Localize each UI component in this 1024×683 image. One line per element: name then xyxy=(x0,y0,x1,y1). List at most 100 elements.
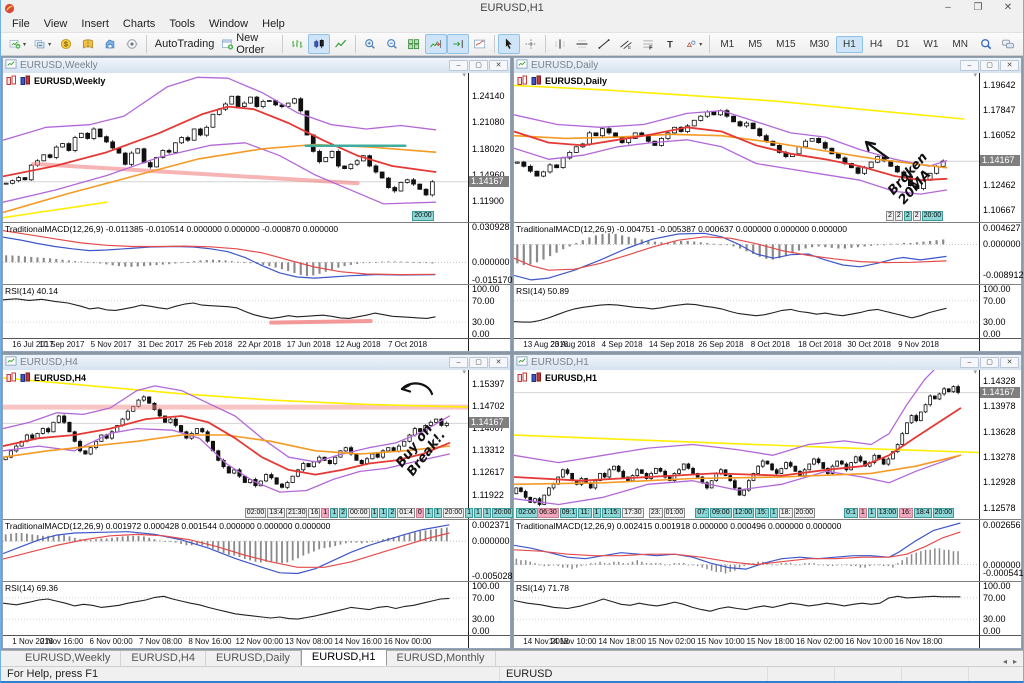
x-axis-label: 15 Nov 02:00 xyxy=(648,637,696,646)
new-order-button[interactable]: New Order xyxy=(217,34,279,54)
macd-tick: -0.005028 xyxy=(472,571,513,581)
tab-scroll-left[interactable]: ◂ xyxy=(1003,657,1007,666)
equidistant-channel-button[interactable]: E xyxy=(615,34,637,54)
new-chart-button[interactable]: ▾ xyxy=(5,34,30,54)
h4-minimize-button[interactable]: – xyxy=(449,357,468,368)
h4-close-button[interactable]: ✕ xyxy=(489,357,508,368)
h1-close-button[interactable]: ✕ xyxy=(1000,357,1019,368)
daily-price-chart[interactable] xyxy=(514,73,979,222)
vertical-line-button[interactable] xyxy=(549,34,571,54)
daily-rsi-chart[interactable] xyxy=(514,285,979,338)
trendline-button[interactable] xyxy=(593,34,615,54)
timeframe-m15[interactable]: M15 xyxy=(769,36,802,53)
auto-scroll-button[interactable] xyxy=(425,34,447,54)
zoom-out-button[interactable] xyxy=(381,34,403,54)
menu-tools[interactable]: Tools xyxy=(162,18,202,30)
timeframe-w1[interactable]: W1 xyxy=(916,36,945,53)
h4-macd-pane[interactable]: TraditionalMACD(12,26,9) 0.001972 0.0004… xyxy=(3,520,468,581)
terminal-button[interactable] xyxy=(121,34,143,54)
h4-restore-button[interactable]: ▢ xyxy=(469,357,488,368)
autotrading-button[interactable]: AutoTrading xyxy=(150,34,217,54)
h1-rsi-pane[interactable]: RSI(14) 71.78 xyxy=(514,582,979,635)
h1-price-chart[interactable] xyxy=(514,370,979,519)
h1-macd-pane[interactable]: TraditionalMACD(12,26,9) 0.002415 0.0019… xyxy=(514,520,979,581)
daily-close-button[interactable]: ✕ xyxy=(1000,60,1019,71)
chart-window-titlebar-h1[interactable]: EURUSD,H1–▢✕ xyxy=(514,355,1021,370)
h1-price-pane[interactable]: EURUSD,H1▾02:0006:3009:111:11:15:17:3023… xyxy=(514,370,979,519)
arrows-button[interactable]: ▾ xyxy=(681,34,706,54)
weekly-macd-pane[interactable]: TraditionalMACD(12,26,9) -0.011385 -0.01… xyxy=(3,223,468,284)
h1-rsi-chart[interactable] xyxy=(514,582,979,635)
crosshair-button[interactable] xyxy=(520,34,542,54)
tab-eurusd-h4[interactable]: EURUSD,H4 xyxy=(121,651,206,666)
app-restore-button[interactable]: ❐ xyxy=(963,0,993,16)
chart-window-titlebar-daily[interactable]: EURUSD,Daily–▢✕ xyxy=(514,58,1021,73)
h4-rsi-pane[interactable]: RSI(14) 69.36 xyxy=(3,582,468,635)
price-tick: 1.13628 xyxy=(983,427,1016,437)
h1-restore-button[interactable]: ▢ xyxy=(980,357,999,368)
timeframe-h1[interactable]: H1 xyxy=(836,36,863,53)
menu-insert[interactable]: Insert xyxy=(74,18,116,30)
tab-eurusd-h1[interactable]: EURUSD,H1 xyxy=(301,649,387,666)
bar-chart-button[interactable] xyxy=(286,34,308,54)
zoom-in-button[interactable] xyxy=(359,34,381,54)
h4-rsi-chart[interactable] xyxy=(3,582,468,635)
menu-view[interactable]: View xyxy=(37,18,75,30)
profiles-button[interactable]: ▾ xyxy=(30,34,55,54)
bar-chart-icon xyxy=(290,36,304,52)
data-window-button[interactable] xyxy=(77,34,99,54)
menu-window[interactable]: Window xyxy=(202,18,255,30)
weekly-minimize-button[interactable]: – xyxy=(449,60,468,71)
fibonacci-button[interactable]: F xyxy=(637,34,659,54)
chart-window-titlebar-h4[interactable]: EURUSD,H4–▢✕ xyxy=(3,355,510,370)
weekly-price-chart[interactable] xyxy=(3,73,468,222)
toolbar-separator xyxy=(146,35,147,53)
weekly-rsi-chart[interactable] xyxy=(3,285,468,338)
h4-price-pane[interactable]: EURUSD,H4▾02:0013:421:301611200:0011201:… xyxy=(3,370,468,519)
app-close-button[interactable]: ✕ xyxy=(993,0,1023,16)
weekly-close-button[interactable]: ✕ xyxy=(489,60,508,71)
timeframe-m30[interactable]: M30 xyxy=(803,36,836,53)
h4-price-chart[interactable] xyxy=(3,370,468,519)
chat-button[interactable] xyxy=(997,34,1019,54)
daily-price-pane[interactable]: EURUSD,Daily▾222220:00Broken20MA xyxy=(514,73,979,222)
timeframe-m5[interactable]: M5 xyxy=(741,36,769,53)
indicators-button[interactable] xyxy=(469,34,491,54)
chart-window-title: EURUSD,Daily xyxy=(531,60,957,71)
market-watch-button[interactable]: $ xyxy=(55,34,77,54)
menu-help[interactable]: Help xyxy=(255,18,292,30)
candlestick-chart-button[interactable] xyxy=(308,34,330,54)
text-label-button[interactable]: T xyxy=(659,34,681,54)
daily-macd-pane[interactable]: TraditionalMACD(12,26,9) -0.004751 -0.00… xyxy=(514,223,979,284)
line-chart-button[interactable] xyxy=(330,34,352,54)
tab-eurusd-monthly[interactable]: EURUSD,Monthly xyxy=(387,651,496,666)
symbol-search-button[interactable] xyxy=(975,34,997,54)
h1-minimize-button[interactable]: – xyxy=(960,357,979,368)
rsi-tick: 100.00 xyxy=(983,284,1011,294)
h1-axis-corner xyxy=(979,636,1021,648)
timeframe-h4[interactable]: H4 xyxy=(863,36,890,53)
tab-eurusd-weekly[interactable]: EURUSD,Weekly xyxy=(15,651,121,666)
weekly-restore-button[interactable]: ▢ xyxy=(469,60,488,71)
timeframe-mn[interactable]: MN xyxy=(945,36,975,53)
app-minimize-button[interactable]: – xyxy=(933,0,963,16)
weekly-price-pane[interactable]: EURUSD,Weekly▾20:00 xyxy=(3,73,468,222)
daily-restore-button[interactable]: ▢ xyxy=(980,60,999,71)
chart-shift-button[interactable] xyxy=(447,34,469,54)
menu-file[interactable]: File xyxy=(5,18,37,30)
timeframe-m1[interactable]: M1 xyxy=(713,36,741,53)
timeframe-d1[interactable]: D1 xyxy=(890,36,917,53)
navigator-button[interactable] xyxy=(99,34,121,54)
tab-scroll-right[interactable]: ▸ xyxy=(1013,657,1017,666)
cursor-button[interactable] xyxy=(498,34,520,54)
daily-rsi-pane[interactable]: RSI(14) 50.89 xyxy=(514,285,979,338)
svg-text:E: E xyxy=(628,45,631,50)
horizontal-line-button[interactable] xyxy=(571,34,593,54)
tab-eurusd-daily[interactable]: EURUSD,Daily xyxy=(206,651,301,666)
daily-minimize-button[interactable]: – xyxy=(960,60,979,71)
tile-windows-button[interactable] xyxy=(403,34,425,54)
chat-icon xyxy=(1001,36,1015,52)
chart-window-titlebar-weekly[interactable]: EURUSD,Weekly–▢✕ xyxy=(3,58,510,73)
menu-charts[interactable]: Charts xyxy=(116,18,162,30)
weekly-rsi-pane[interactable]: RSI(14) 40.14 xyxy=(3,285,468,338)
